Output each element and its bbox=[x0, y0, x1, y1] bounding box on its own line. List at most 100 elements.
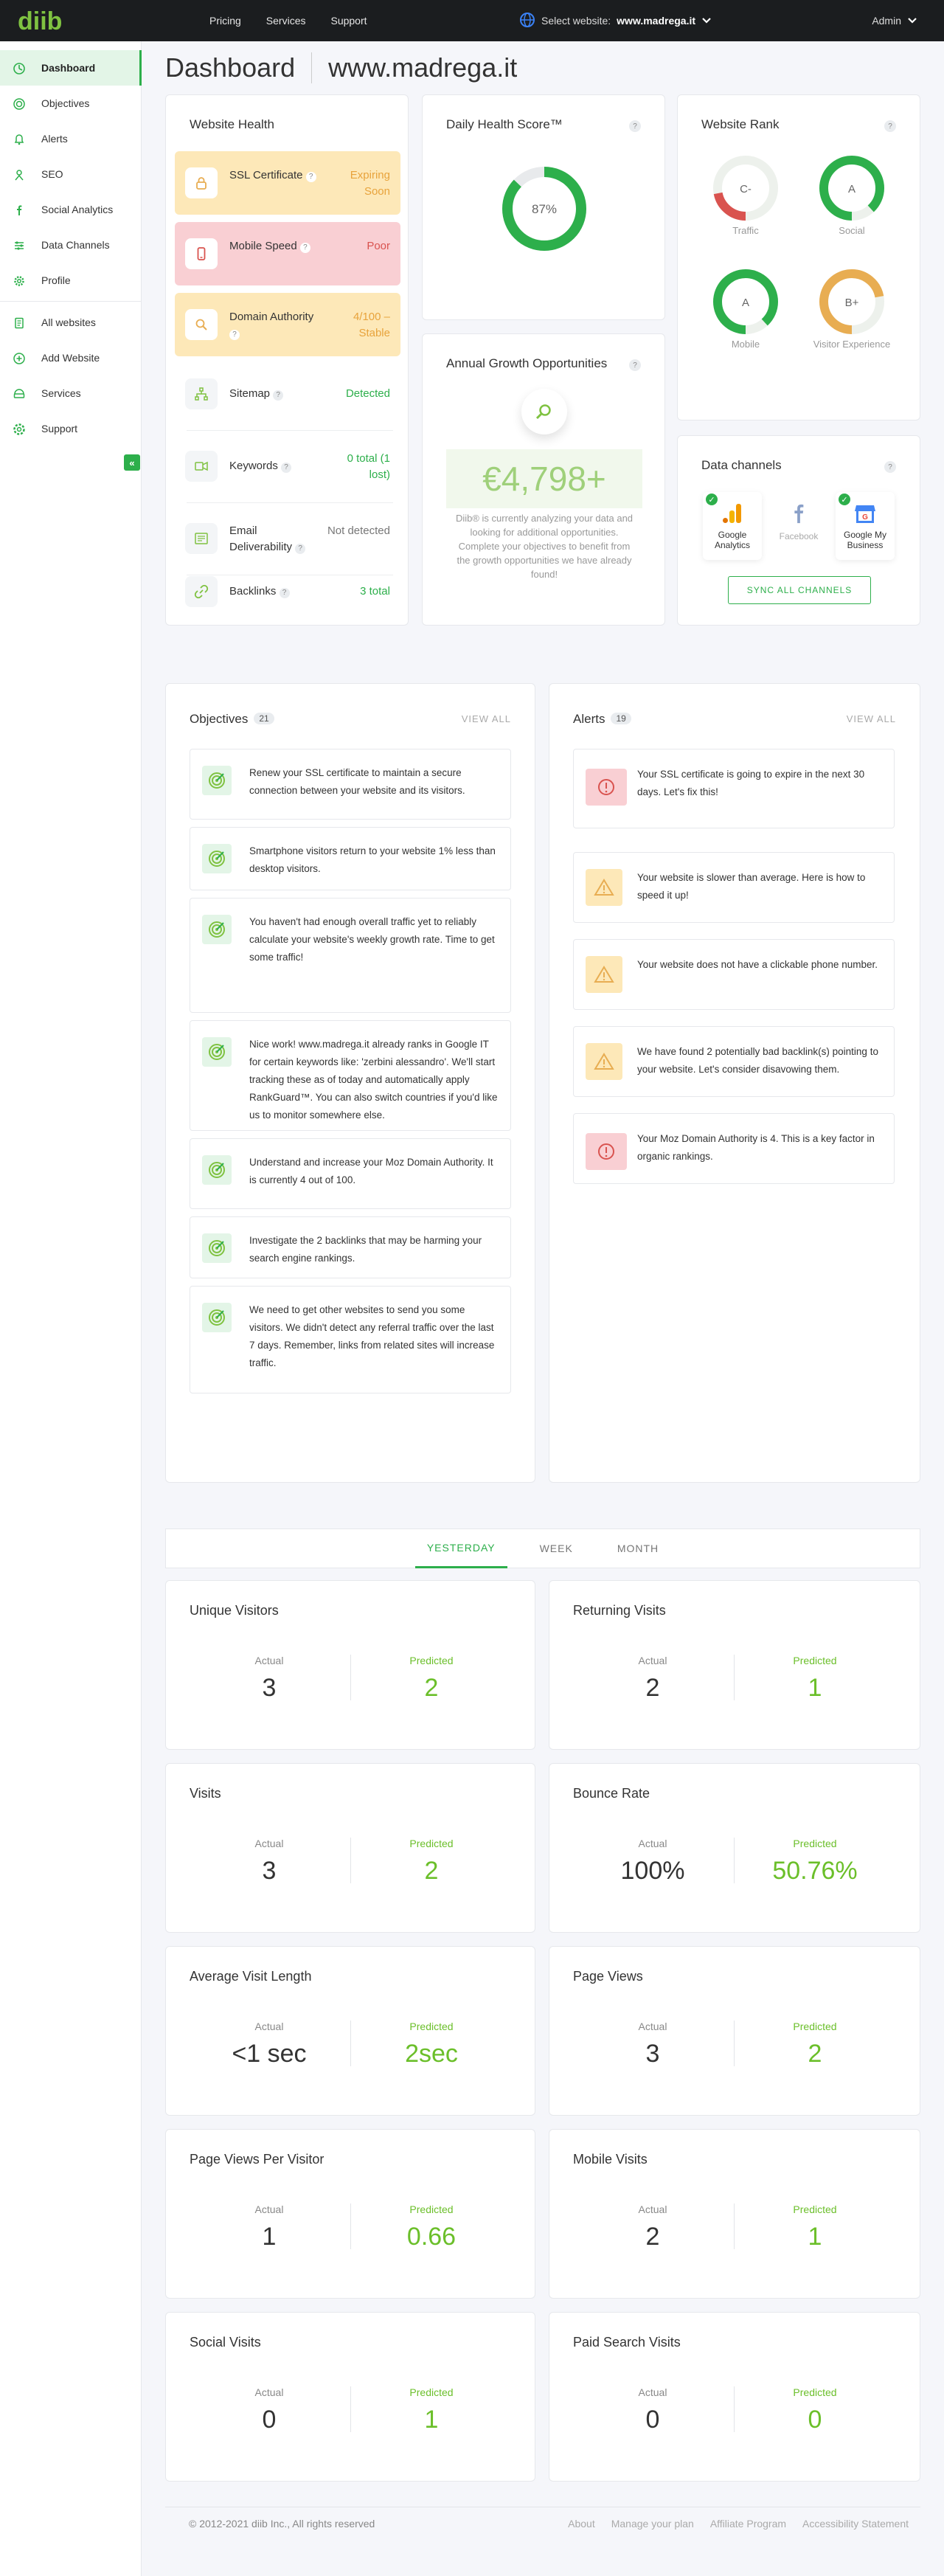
rank-gauge-ring: B+ bbox=[819, 269, 884, 334]
tab-yesterday[interactable]: YESTERDAY bbox=[414, 1528, 507, 1568]
sidebar-item-services[interactable]: Services bbox=[0, 375, 141, 411]
sidebar-item-label: Alerts bbox=[41, 133, 68, 145]
metric-card: Mobile Visits Actual 2 Predicted 1 bbox=[549, 2129, 920, 2299]
health-row-mobile-speed[interactable]: Mobile Speed ? Poor bbox=[175, 222, 400, 285]
rank-gauge-visitor-experience[interactable]: B+ Visitor Experience bbox=[808, 266, 896, 370]
sidebar-item-label: Services bbox=[41, 387, 81, 399]
help-icon[interactable]: ? bbox=[295, 544, 306, 554]
metric-predicted-value: 1 bbox=[424, 2406, 439, 2434]
metric-actual-label: Actual bbox=[254, 1655, 284, 1666]
help-icon[interactable]: ? bbox=[273, 390, 284, 401]
alerts-view-all-link[interactable]: VIEW ALL bbox=[847, 713, 896, 724]
collapse-sidebar-button[interactable]: « bbox=[124, 454, 140, 471]
help-icon[interactable]: ? bbox=[629, 120, 641, 132]
page-title: Dashboard www.madrega.it bbox=[165, 52, 517, 84]
help-icon[interactable]: ? bbox=[305, 172, 316, 182]
lock-icon bbox=[185, 167, 218, 198]
alerts-title: Alerts 19 bbox=[573, 712, 631, 727]
objective-text: You haven't had enough overall traffic y… bbox=[249, 916, 495, 963]
nav-pricing[interactable]: Pricing bbox=[209, 15, 241, 27]
channel-google-analytics[interactable]: Google Analytics ✓ bbox=[703, 492, 762, 560]
sync-all-channels-button[interactable]: SYNC ALL CHANNELS bbox=[728, 576, 871, 604]
diib-logo[interactable]: diib bbox=[16, 6, 68, 35]
footer-link-accessibility[interactable]: Accessibility Statement bbox=[802, 2518, 909, 2530]
magnifier-icon bbox=[521, 389, 567, 434]
health-row-ssl[interactable]: SSL Certificate ? Expiring Soon bbox=[175, 151, 400, 215]
health-row-domain-authority[interactable]: Domain Authority ? 4/100 – Stable bbox=[175, 293, 400, 356]
nav-support[interactable]: Support bbox=[330, 15, 367, 27]
help-icon[interactable]: ? bbox=[629, 359, 641, 371]
sidebar-item-add-website[interactable]: Add Website bbox=[0, 340, 141, 375]
sidebar-item-seo[interactable]: SEO bbox=[0, 156, 141, 192]
sidebar-item-data-channels[interactable]: Data Channels bbox=[0, 227, 141, 263]
help-icon[interactable]: ? bbox=[884, 461, 896, 473]
alert-item[interactable]: We have found 2 potentially bad backlink… bbox=[573, 1026, 895, 1097]
objectives-view-all-link[interactable]: VIEW ALL bbox=[462, 713, 511, 724]
rank-gauge-traffic[interactable]: C- Traffic bbox=[701, 153, 790, 256]
nav-services[interactable]: Services bbox=[266, 15, 306, 27]
growth-amount-box: €4,798+ bbox=[446, 449, 642, 508]
objective-item[interactable]: Smartphone visitors return to your websi… bbox=[190, 827, 511, 890]
health-label: Email Deliverability ? bbox=[229, 523, 318, 555]
metric-actual-value: 2 bbox=[645, 1674, 660, 1702]
sidebar-item-profile[interactable]: Profile bbox=[0, 263, 141, 298]
globe-icon bbox=[519, 12, 535, 30]
footer-link-about[interactable]: About bbox=[568, 2518, 595, 2530]
metric-card: Page Views Actual 3 Predicted 2 bbox=[549, 1946, 920, 2116]
objective-item[interactable]: Understand and increase your Moz Domain … bbox=[190, 1138, 511, 1209]
sidebar-item-label: Add Website bbox=[41, 352, 100, 364]
facebook-icon bbox=[794, 504, 804, 524]
channel-google-my-business[interactable]: G Google My Business ✓ bbox=[836, 492, 895, 560]
svg-text:G: G bbox=[862, 513, 868, 522]
sidebar-item-label: Objectives bbox=[41, 97, 90, 109]
help-icon[interactable]: ? bbox=[299, 243, 310, 253]
metric-predicted-label: Predicted bbox=[793, 1838, 837, 1849]
metric-predicted: Predicted 1 bbox=[741, 2203, 889, 2251]
health-row-sitemap[interactable]: Sitemap ? Detected bbox=[175, 362, 400, 426]
tab-month[interactable]: MONTH bbox=[605, 1528, 670, 1568]
objective-item[interactable]: Nice work! www.madrega.it already ranks … bbox=[190, 1020, 511, 1131]
sidebar-item-alerts[interactable]: Alerts bbox=[0, 121, 141, 156]
sidebar-item-dashboard[interactable]: Dashboard bbox=[0, 50, 142, 86]
tab-week[interactable]: WEEK bbox=[528, 1528, 585, 1568]
health-row-backlinks[interactable]: Backlinks ? 3 total bbox=[175, 560, 400, 623]
metric-actual-label: Actual bbox=[254, 1838, 284, 1849]
objective-item[interactable]: Renew your SSL certificate to maintain a… bbox=[190, 749, 511, 820]
connected-check-icon: ✓ bbox=[706, 494, 718, 505]
help-icon[interactable]: ? bbox=[229, 330, 240, 340]
metric-title: Bounce Rate bbox=[573, 1786, 650, 1801]
objective-item[interactable]: You haven't had enough overall traffic y… bbox=[190, 898, 511, 1013]
help-icon[interactable]: ? bbox=[884, 120, 896, 132]
sidebar-item-all-websites[interactable]: All websites bbox=[0, 305, 141, 340]
metric-divider bbox=[350, 2021, 351, 2066]
website-rank-title: Website Rank bbox=[701, 117, 780, 131]
google-analytics-icon bbox=[723, 504, 741, 523]
objective-item[interactable]: We need to get other websites to send yo… bbox=[190, 1286, 511, 1393]
footer-link-affiliate[interactable]: Affiliate Program bbox=[710, 2518, 786, 2530]
data-channels-icon bbox=[15, 241, 24, 250]
alert-item[interactable]: Your website is slower than average. Her… bbox=[573, 852, 895, 923]
sidebar-item-social-analytics[interactable]: Social Analytics bbox=[0, 192, 141, 227]
help-icon[interactable]: ? bbox=[279, 588, 290, 598]
health-row-keywords[interactable]: Keywords ? 0 total (1 lost) bbox=[175, 434, 400, 498]
alert-item[interactable]: Your website does not have a clickable p… bbox=[573, 939, 895, 1010]
objective-item[interactable]: Investigate the 2 backlinks that may be … bbox=[190, 1216, 511, 1278]
metric-divider bbox=[350, 1655, 351, 1700]
data-channels-card: Data channels ? Google Analytics ✓ Faceb… bbox=[677, 435, 920, 626]
footer-link-manage-plan[interactable]: Manage your plan bbox=[611, 2518, 694, 2530]
rank-gauge-social[interactable]: A Social bbox=[808, 153, 896, 256]
rank-gauge-mobile[interactable]: A Mobile bbox=[701, 266, 790, 370]
metric-divider bbox=[734, 1655, 735, 1700]
channel-facebook[interactable]: Facebook bbox=[769, 492, 828, 560]
channel-label: Google Analytics bbox=[714, 530, 751, 550]
admin-menu[interactable]: Admin bbox=[872, 0, 917, 41]
alert-item[interactable]: Your SSL certificate is going to expire … bbox=[573, 749, 895, 828]
plus-circle-icon bbox=[13, 353, 25, 364]
target-icon bbox=[202, 915, 232, 944]
alert-item[interactable]: Your Moz Domain Authority is 4. This is … bbox=[573, 1113, 895, 1184]
website-selector[interactable]: Select website: www.madrega.it bbox=[519, 0, 712, 41]
sidebar-item-objectives[interactable]: Objectives bbox=[0, 86, 141, 121]
help-icon[interactable]: ? bbox=[281, 463, 292, 473]
sidebar-item-support[interactable]: Support bbox=[0, 411, 141, 446]
google-my-business-icon: G bbox=[855, 505, 875, 523]
